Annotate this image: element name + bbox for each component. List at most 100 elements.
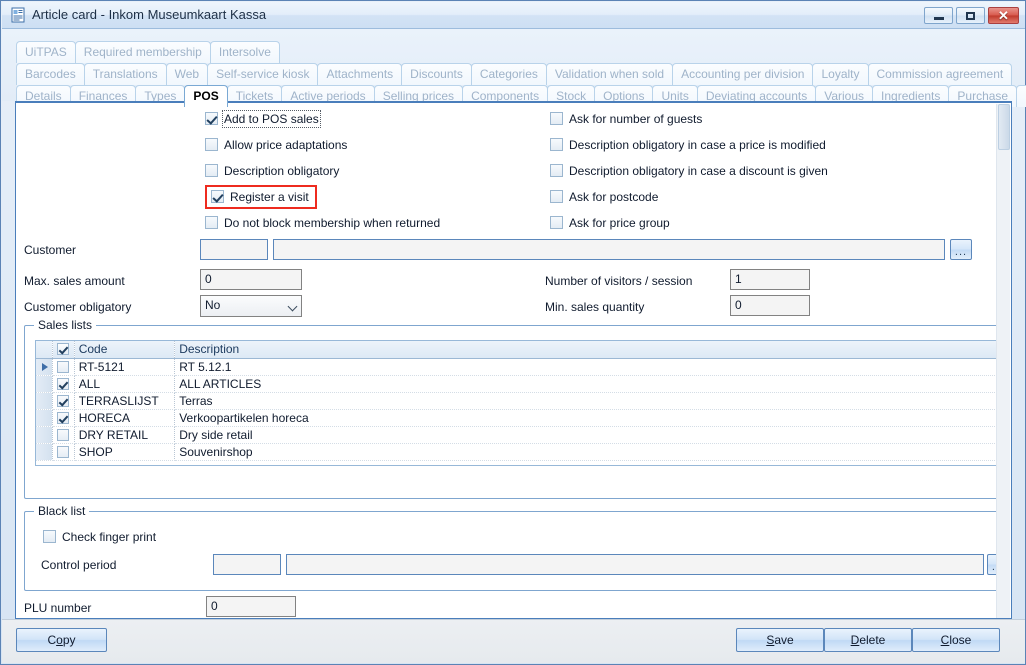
copy-button[interactable]: Copy — [16, 628, 107, 652]
tab-translations[interactable]: Translations — [84, 63, 167, 85]
checkbox-box[interactable] — [43, 530, 56, 543]
page-scrollbar[interactable] — [996, 104, 1010, 618]
scrollbar-thumb[interactable] — [998, 104, 1010, 150]
plu-number-input[interactable]: 0 — [206, 596, 296, 617]
checkbox-box[interactable] — [205, 164, 218, 177]
table-row[interactable]: DRY RETAILDry side retail — [36, 426, 999, 443]
row-select-cell[interactable] — [52, 409, 74, 426]
save-button[interactable]: Save — [736, 628, 824, 652]
tab-validation-when-sold[interactable]: Validation when sold — [546, 63, 673, 85]
row-select-checkbox[interactable] — [57, 361, 69, 373]
row-select-cell[interactable] — [52, 375, 74, 392]
cell-code: TERRASLIJST — [74, 392, 175, 409]
row-select-checkbox[interactable] — [57, 378, 69, 390]
checkbox-description-obligatory-discount-given[interactable]: Description obligatory in case a discoun… — [550, 164, 828, 180]
table-row[interactable]: TERRASLIJSTTerras — [36, 392, 999, 409]
checkbox-box[interactable] — [550, 164, 563, 177]
checkbox-box[interactable] — [205, 216, 218, 229]
table-row[interactable]: ALLALL ARTICLES — [36, 375, 999, 392]
black-list-group: Black list Check finger print Control pe… — [24, 511, 1002, 591]
checkbox-box[interactable] — [550, 190, 563, 203]
row-select-cell[interactable] — [52, 426, 74, 443]
customer-obligatory-select[interactable]: No — [200, 295, 302, 317]
table-row[interactable]: RT-5121RT 5.12.1 — [36, 358, 999, 375]
close-window-button[interactable]: ✕ — [988, 7, 1019, 24]
checkbox-box[interactable] — [205, 138, 218, 151]
row-select-checkbox[interactable] — [57, 446, 69, 458]
tab-web[interactable]: Web — [166, 63, 208, 85]
tab-loyalty[interactable]: Loyalty — [812, 63, 868, 85]
checkbox-check-finger-print[interactable]: Check finger print — [43, 530, 156, 546]
checkbox-allow-price-adaptations[interactable]: Allow price adaptations — [205, 138, 347, 154]
row-indicator-cell — [36, 426, 52, 443]
checkbox-box[interactable] — [205, 112, 218, 125]
control-period-code-input[interactable] — [213, 554, 281, 575]
row-select-cell[interactable] — [52, 443, 74, 460]
customer-code-input[interactable] — [200, 239, 268, 260]
select-all-header[interactable] — [52, 341, 74, 358]
checkbox-label: Ask for number of guests — [569, 112, 702, 126]
delete-button[interactable]: Delete — [824, 628, 912, 652]
minimize-button[interactable] — [924, 7, 953, 24]
min-sales-quantity-label: Min. sales quantity — [545, 300, 644, 314]
checkbox-label: Ask for postcode — [569, 190, 658, 204]
document-list-icon — [10, 7, 26, 23]
chevron-down-icon — [288, 302, 298, 312]
tab-pos[interactable]: POS — [184, 85, 227, 107]
close-button[interactable]: Close — [912, 628, 1000, 652]
customer-name-input[interactable] — [273, 239, 945, 260]
max-sales-amount-input[interactable]: 0 — [200, 269, 302, 290]
checkbox-box[interactable] — [211, 190, 224, 203]
table-header-row: Code Description — [36, 341, 999, 358]
visitors-per-session-input[interactable]: 1 — [730, 269, 810, 290]
select-all-checkbox[interactable] — [57, 343, 69, 355]
row-select-cell[interactable] — [52, 358, 74, 375]
checkbox-label: Ask for price group — [569, 216, 670, 230]
checkbox-ask-for-number-of-guests[interactable]: Ask for number of guests — [550, 112, 702, 128]
tab-barcodes[interactable]: Barcodes — [16, 63, 85, 85]
article-card-window: Article card - Inkom Museumkaart Kassa ✕… — [0, 0, 1026, 665]
table-row[interactable]: SHOPSouvenirshop — [36, 443, 999, 460]
row-select-checkbox[interactable] — [57, 412, 69, 424]
tab-required-membership[interactable]: Required membership — [75, 41, 211, 63]
tab-row-2: BarcodesTranslationsWebSelf-service kios… — [16, 63, 1011, 85]
tab-attachments[interactable]: Attachments — [317, 63, 402, 85]
cell-description: Terras — [175, 392, 999, 409]
tab-categories[interactable]: Categories — [471, 63, 547, 85]
window-title: Article card - Inkom Museumkaart Kassa — [32, 7, 266, 22]
row-select-checkbox[interactable] — [57, 395, 69, 407]
customer-obligatory-label: Customer obligatory — [24, 300, 131, 314]
checkbox-description-obligatory[interactable]: Description obligatory — [205, 164, 339, 180]
sales-lists-group: Sales lists Code Description RT-512 — [24, 325, 1002, 499]
checkbox-box[interactable] — [550, 216, 563, 229]
checkbox-ask-for-postcode[interactable]: Ask for postcode — [550, 190, 658, 206]
checkbox-description-obligatory-price-modified[interactable]: Description obligatory in case a price i… — [550, 138, 826, 154]
checkbox-box[interactable] — [550, 112, 563, 125]
row-select-checkbox[interactable] — [57, 429, 69, 441]
cell-code: HORECA — [74, 409, 175, 426]
row-select-cell[interactable] — [52, 392, 74, 409]
checkbox-ask-for-price-group[interactable]: Ask for price group — [550, 216, 670, 232]
tab-commission-agreement[interactable]: Commission agreement — [868, 63, 1013, 85]
tab-discounts[interactable]: Discounts — [401, 63, 472, 85]
tab-logging[interactable]: Logging — [1016, 85, 1026, 107]
customer-browse-button[interactable]: ... — [950, 239, 972, 260]
cell-code: ALL — [74, 375, 175, 392]
sales-lists-grid[interactable]: Code Description RT-5121RT 5.12.1ALLALL … — [35, 340, 1000, 466]
tab-uitpas[interactable]: UiTPAS — [16, 41, 76, 63]
tab-accounting-per-division[interactable]: Accounting per division — [672, 63, 813, 85]
control-period-name-input[interactable] — [286, 554, 984, 575]
checkbox-register-a-visit[interactable]: Register a visit — [205, 185, 317, 209]
row-indicator-header — [36, 341, 52, 358]
checkbox-do-not-block-membership-when-returned[interactable]: Do not block membership when returned — [205, 216, 440, 232]
checkbox-box[interactable] — [550, 138, 563, 151]
tab-self-service-kiosk[interactable]: Self-service kiosk — [207, 63, 318, 85]
checkbox-add-to-pos-sales[interactable]: Add to POS sales — [205, 112, 319, 128]
min-sales-quantity-input[interactable]: 0 — [730, 295, 810, 316]
column-header-description[interactable]: Description — [175, 341, 999, 358]
column-header-code[interactable]: Code — [74, 341, 175, 358]
cell-description: Souvenirshop — [175, 443, 999, 460]
tab-intersolve[interactable]: Intersolve — [210, 41, 280, 63]
maximize-button[interactable] — [956, 7, 985, 24]
table-row[interactable]: HORECAVerkoopartikelen horeca — [36, 409, 999, 426]
